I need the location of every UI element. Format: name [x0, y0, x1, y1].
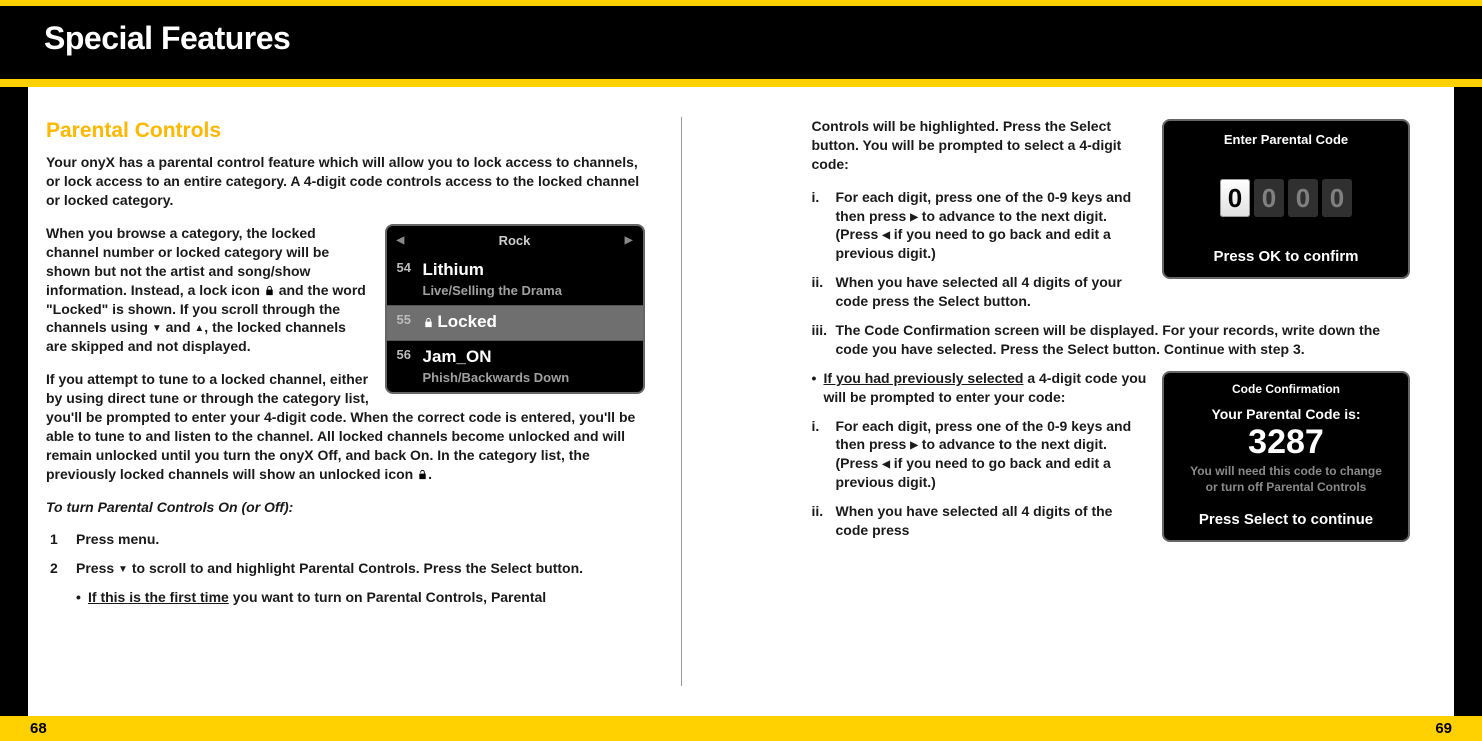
substep-ii-b: ii. When you have selected all 4 digits …	[836, 502, 1411, 540]
page-title: Special Features	[44, 20, 290, 56]
first-time-bullet: If this is the first time you want to tu…	[88, 588, 645, 607]
step-2: 2 Press ▼ to scroll to and highlight Par…	[76, 559, 645, 578]
previously-selected-bullet: If you had previously selected a 4-digit…	[824, 369, 1411, 407]
substep-ii: ii. When you have selected all 4 digits …	[836, 273, 1411, 311]
right-arrow-icon: ▶	[910, 439, 918, 453]
unlock-icon	[417, 466, 428, 477]
section-title: Parental Controls	[46, 117, 645, 145]
page-number-left: 68	[30, 720, 47, 737]
channel-list-screenshot: ◀ Rock ▶ 54 Lithium Live/Selling the Dra…	[385, 224, 645, 394]
steps-list: 1 Press menu. 2 Press ▼ to scroll to and…	[76, 530, 645, 607]
substep-i: i. For each digit, press one of the 0-9 …	[836, 188, 1411, 264]
channel-subtitle: Live/Selling the Drama	[423, 282, 633, 300]
channel-number: 55	[397, 311, 423, 329]
lock-icon	[423, 314, 434, 325]
substep-i-b: i. For each digit, press one of the 0-9 …	[836, 417, 1411, 493]
down-arrow-icon: ▼	[118, 563, 128, 577]
category-label: Rock	[499, 233, 531, 248]
locked-label: Locked	[437, 312, 497, 331]
nav-left-icon: ◀	[397, 234, 405, 248]
down-arrow-icon: ▼	[152, 322, 162, 336]
channel-number: 54	[397, 259, 423, 277]
right-arrow-icon: ▶	[910, 211, 918, 225]
header-underline	[0, 79, 1482, 87]
sub-steps-2: i. For each digit, press one of the 0-9 …	[836, 417, 1411, 540]
channel-name: Jam_ON	[423, 346, 633, 369]
code-screen-title: Enter Parental Code	[1168, 131, 1404, 149]
footer: 68 69	[0, 716, 1482, 741]
left-arrow-icon: ◀	[882, 458, 890, 472]
content-area: Parental Controls Your onyX has a parent…	[28, 87, 1454, 716]
channel-name: Lithium	[423, 259, 633, 282]
up-arrow-icon: ▲	[194, 322, 204, 336]
left-page: Parental Controls Your onyX has a parent…	[28, 87, 681, 716]
channel-row-locked: 55 Locked	[387, 306, 643, 340]
intro-paragraph: Your onyX has a parental control feature…	[46, 153, 645, 210]
channel-subtitle: Phish/Backwards Down	[423, 369, 633, 387]
channel-number: 56	[397, 346, 423, 364]
nav-right-icon: ▶	[625, 234, 633, 248]
substep-iii: iii. The Code Confirmation screen will b…	[836, 321, 1411, 359]
channel-row: 54 Lithium Live/Selling the Drama	[387, 254, 643, 305]
channel-row: 56 Jam_ON Phish/Backwards Down	[387, 341, 643, 392]
page-number-right: 69	[1435, 720, 1452, 737]
left-arrow-icon: ◀	[882, 229, 890, 243]
right-page: Enter Parental Code 0 0 0 0 Press OK to …	[682, 87, 1455, 716]
sub-steps-1: i. For each digit, press one of the 0-9 …	[836, 188, 1411, 359]
toggle-heading: To turn Parental Controls On (or Off):	[46, 498, 645, 517]
step-1: 1 Press menu.	[76, 530, 645, 549]
page-header: Special Features	[0, 6, 1482, 79]
lock-icon	[264, 282, 275, 293]
